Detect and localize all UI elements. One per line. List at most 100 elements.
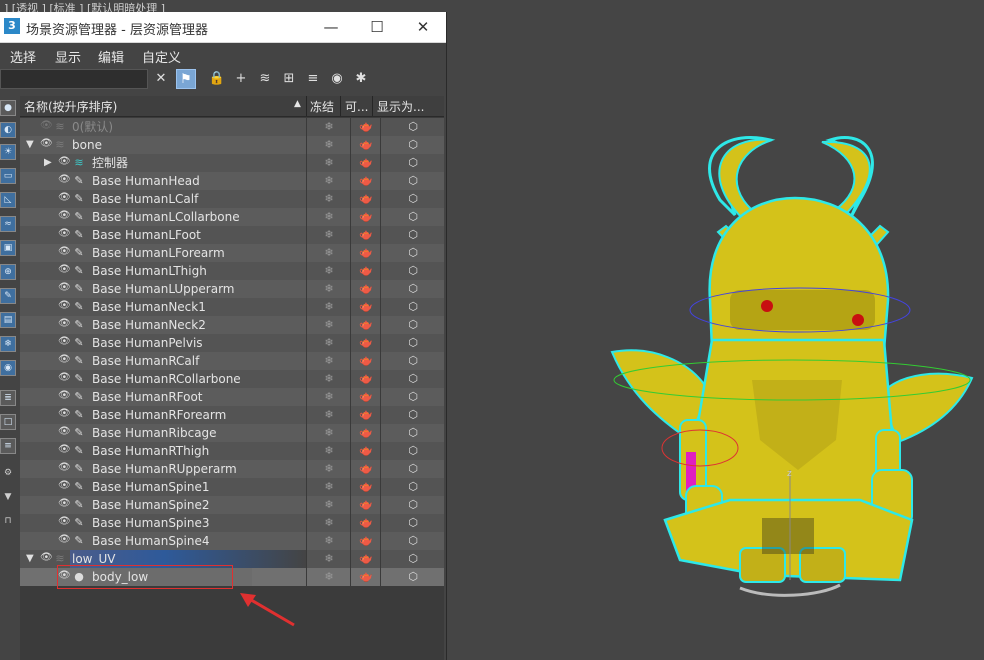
- display-as-box-icon[interactable]: ⬡: [380, 136, 445, 154]
- render-toggle-icon[interactable]: 🫖: [350, 280, 381, 298]
- render-toggle-icon[interactable]: 🫖: [350, 478, 381, 496]
- visibility-eye-icon[interactable]: 👁: [58, 355, 71, 365]
- tree-row[interactable]: 👁 ✎ Base HumanSpine4 ❄ 🫖 ⬡: [20, 532, 444, 550]
- render-toggle-icon[interactable]: 🫖: [350, 550, 381, 568]
- render-toggle-icon[interactable]: 🫖: [350, 496, 381, 514]
- visibility-eye-icon[interactable]: 👁: [40, 553, 53, 563]
- tree-row[interactable]: 👁 ✎ Base HumanLUpperarm ❄ 🫖 ⬡: [20, 280, 444, 298]
- hidden-filter-icon[interactable]: ◉: [0, 360, 16, 376]
- invert-selection-icon[interactable]: ≡: [0, 438, 16, 454]
- freeze-toggle-icon[interactable]: ❄: [306, 442, 351, 460]
- visibility-eye-icon[interactable]: 👁: [58, 265, 71, 275]
- visibility-eye-icon[interactable]: 👁: [58, 409, 71, 419]
- render-toggle-icon[interactable]: 🫖: [350, 262, 381, 280]
- display-as-box-icon[interactable]: ⬡: [380, 244, 445, 262]
- hierarchy-icon[interactable]: ⊞: [279, 69, 299, 89]
- display-as-box-icon[interactable]: ⬡: [380, 568, 445, 586]
- menu-select[interactable]: 选择: [10, 47, 36, 66]
- render-toggle-icon[interactable]: 🫖: [350, 388, 381, 406]
- freeze-toggle-icon[interactable]: ❄: [306, 298, 351, 316]
- render-toggle-icon[interactable]: 🫖: [350, 208, 381, 226]
- stack-icon[interactable]: ≡: [303, 69, 323, 89]
- display-as-box-icon[interactable]: ⬡: [380, 334, 445, 352]
- minimize-button[interactable]: —: [308, 12, 354, 42]
- tree-row[interactable]: 👁 ✎ Base HumanRFoot ❄ 🫖 ⬡: [20, 388, 444, 406]
- visibility-eye-icon[interactable]: 👁: [58, 373, 71, 383]
- freeze-toggle-icon[interactable]: ❄: [306, 244, 351, 262]
- freeze-toggle-icon[interactable]: ❄: [306, 154, 351, 172]
- tree-row[interactable]: ▶ 👁 ≋ 控制器 ❄ 🫖 ⬡: [20, 154, 444, 172]
- scene-explorer-window[interactable]: 3 场景资源管理器 - 层资源管理器 — ☐ ✕ 选择 显示 编辑 自定义 ✕ …: [0, 12, 447, 660]
- visibility-eye-icon[interactable]: 👁: [58, 157, 71, 167]
- visibility-eye-icon[interactable]: 👁: [40, 121, 53, 131]
- select-none-icon[interactable]: □: [0, 414, 16, 430]
- display-as-box-icon[interactable]: ⬡: [380, 298, 445, 316]
- tree-row[interactable]: 👁 ✎ Base HumanLCollarbone ❄ 🫖 ⬡: [20, 208, 444, 226]
- render-toggle-icon[interactable]: 🫖: [350, 316, 381, 334]
- column-render[interactable]: 可...: [345, 98, 368, 115]
- menu-edit[interactable]: 编辑: [98, 47, 124, 66]
- tree-row[interactable]: 👁 ✎ Base HumanPelvis ❄ 🫖 ⬡: [20, 334, 444, 352]
- group-filter-icon[interactable]: ▣: [0, 240, 16, 256]
- visibility-eye-icon[interactable]: 👁: [58, 247, 71, 257]
- display-as-box-icon[interactable]: ⬡: [380, 424, 445, 442]
- visibility-eye-icon[interactable]: 👁: [58, 175, 71, 185]
- layer-row[interactable]: 👁 ≋ 0(默认) ❄ 🫖 ⬡: [20, 118, 444, 136]
- freeze-toggle-icon[interactable]: ❄: [306, 568, 351, 586]
- visibility-eye-icon[interactable]: 👁: [58, 535, 71, 545]
- spacewarp-filter-icon[interactable]: ≈: [0, 216, 16, 232]
- filter-options-icon[interactable]: ⚙: [0, 466, 16, 482]
- freeze-toggle-icon[interactable]: ❄: [306, 280, 351, 298]
- layer-row[interactable]: ▼ 👁 ≋ bone ❄ 🫖 ⬡: [20, 136, 444, 154]
- freeze-toggle-icon[interactable]: ❄: [306, 352, 351, 370]
- render-toggle-icon[interactable]: 🫖: [350, 190, 381, 208]
- layer-add-icon[interactable]: ✱: [351, 69, 371, 89]
- render-toggle-icon[interactable]: 🫖: [350, 514, 381, 532]
- display-as-box-icon[interactable]: ⬡: [380, 388, 445, 406]
- camera-filter-icon[interactable]: ▭: [0, 168, 16, 184]
- tree-row[interactable]: 👁 ✎ Base HumanRUpperarm ❄ 🫖 ⬡: [20, 460, 444, 478]
- title-bar[interactable]: 3 场景资源管理器 - 层资源管理器 — ☐ ✕: [0, 12, 446, 43]
- display-as-box-icon[interactable]: ⬡: [380, 442, 445, 460]
- freeze-toggle-icon[interactable]: ❄: [306, 478, 351, 496]
- render-toggle-icon[interactable]: 🫖: [350, 424, 381, 442]
- display-as-box-icon[interactable]: ⬡: [380, 406, 445, 424]
- tree-row[interactable]: 👁 ✎ Base HumanLFoot ❄ 🫖 ⬡: [20, 226, 444, 244]
- tree-row[interactable]: 👁 ✎ Base HumanLThigh ❄ 🫖 ⬡: [20, 262, 444, 280]
- funnel-icon[interactable]: ▼: [0, 490, 16, 506]
- render-toggle-icon[interactable]: 🫖: [350, 118, 381, 136]
- freeze-toggle-icon[interactable]: ❄: [306, 514, 351, 532]
- visibility-eye-icon[interactable]: 👁: [58, 499, 71, 509]
- freeze-toggle-icon[interactable]: ❄: [306, 190, 351, 208]
- tree-row[interactable]: 👁 ✎ Base HumanRThigh ❄ 🫖 ⬡: [20, 442, 444, 460]
- visibility-eye-icon[interactable]: 👁: [58, 301, 71, 311]
- tree-row[interactable]: 👁 ✎ Base HumanSpine1 ❄ 🫖 ⬡: [20, 478, 444, 496]
- render-toggle-icon[interactable]: 🫖: [350, 172, 381, 190]
- render-toggle-icon[interactable]: 🫖: [350, 406, 381, 424]
- freeze-toggle-icon[interactable]: ❄: [306, 316, 351, 334]
- freeze-toggle-icon[interactable]: ❄: [306, 334, 351, 352]
- render-toggle-icon[interactable]: 🫖: [350, 460, 381, 478]
- freeze-toggle-icon[interactable]: ❄: [306, 208, 351, 226]
- display-as-box-icon[interactable]: ⬡: [380, 226, 445, 244]
- display-as-box-icon[interactable]: ⬡: [380, 532, 445, 550]
- eye-layer-icon[interactable]: ◉: [327, 69, 347, 89]
- display-as-box-icon[interactable]: ⬡: [380, 262, 445, 280]
- column-display[interactable]: 显示为...: [377, 98, 424, 115]
- tree-row[interactable]: 👁 ✎ Base HumanLForearm ❄ 🫖 ⬡: [20, 244, 444, 262]
- container-filter-icon[interactable]: ▤: [0, 312, 16, 328]
- expand-arrow-icon[interactable]: ▼: [26, 138, 34, 152]
- freeze-toggle-icon[interactable]: ❄: [306, 388, 351, 406]
- freeze-toggle-icon[interactable]: ❄: [306, 424, 351, 442]
- visibility-eye-icon[interactable]: 👁: [58, 391, 71, 401]
- freeze-toggle-icon[interactable]: ❄: [306, 370, 351, 388]
- tree-row[interactable]: 👁 ✎ Base HumanRibcage ❄ 🫖 ⬡: [20, 424, 444, 442]
- layers-icon[interactable]: ≋: [255, 69, 275, 89]
- visibility-eye-icon[interactable]: 👁: [58, 229, 71, 239]
- display-as-box-icon[interactable]: ⬡: [380, 478, 445, 496]
- visibility-eye-icon[interactable]: 👁: [58, 319, 71, 329]
- filter-select-icon[interactable]: ⚑: [176, 69, 196, 89]
- freeze-toggle-icon[interactable]: ❄: [306, 532, 351, 550]
- visibility-eye-icon[interactable]: 👁: [58, 283, 71, 293]
- tree-row[interactable]: 👁 ✎ Base HumanHead ❄ 🫖 ⬡: [20, 172, 444, 190]
